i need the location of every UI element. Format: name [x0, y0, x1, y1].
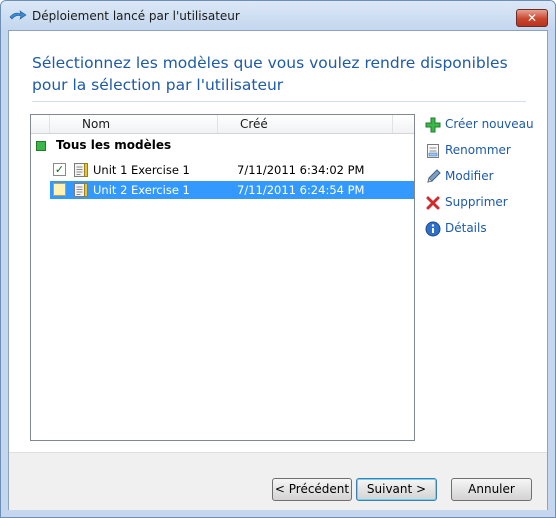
- template-document-icon: [74, 163, 88, 177]
- template-name: Unit 2 Exercise 1: [93, 183, 190, 197]
- info-icon: [425, 221, 441, 237]
- templates-list[interactable]: Nom Créé Tous les modèles ✓ Unit 1 Exerc…: [30, 114, 415, 441]
- row-checkbox[interactable]: [53, 183, 66, 196]
- column-header-name[interactable]: Nom: [50, 115, 218, 133]
- button-bar: < Précédent Suivant > Annuler: [9, 452, 547, 510]
- cancel-button[interactable]: Annuler: [451, 478, 532, 501]
- modify-label: Modifier: [445, 169, 494, 183]
- rename-icon: [427, 144, 439, 158]
- rename-label: Renommer: [445, 143, 511, 157]
- group-header[interactable]: Tous les modèles: [31, 137, 414, 155]
- delete-label: Supprimer: [445, 195, 508, 209]
- column-header-created[interactable]: Créé: [218, 115, 393, 133]
- rename-action[interactable]: Renommer: [424, 141, 544, 161]
- row-checkbox[interactable]: ✓: [53, 163, 66, 176]
- green-plus-icon: [425, 117, 441, 133]
- next-button[interactable]: Suivant >: [356, 478, 437, 501]
- list-item[interactable]: ✓ Unit 1 Exercise 1 7/11/2011 6:34:02 PM: [50, 161, 414, 179]
- template-document-icon: [74, 183, 88, 197]
- pencil-icon: [427, 169, 441, 183]
- template-created-date: 7/11/2011 6:24:54 PM: [237, 183, 365, 197]
- template-created-date: 7/11/2011 6:34:02 PM: [237, 163, 365, 177]
- create-new-label: Créer nouveau: [445, 117, 534, 131]
- list-header: Nom Créé: [31, 115, 414, 134]
- details-label: Détails: [445, 221, 487, 235]
- page-heading: Sélectionnez les modèles que vous voulez…: [32, 54, 508, 94]
- title-bar[interactable]: Déploiement lancé par l'utilisateur ✕: [1, 1, 555, 31]
- heading-divider: [32, 101, 526, 102]
- window-title: Déploiement lancé par l'utilisateur: [32, 9, 240, 23]
- close-button[interactable]: ✕: [516, 9, 548, 27]
- template-name: Unit 1 Exercise 1: [93, 163, 190, 177]
- wizard-content: Sélectionnez les modèles que vous voulez…: [8, 30, 548, 510]
- delete-action[interactable]: Supprimer: [424, 193, 544, 213]
- details-action[interactable]: Détails: [424, 219, 544, 239]
- group-label: Tous les modèles: [56, 138, 172, 152]
- red-x-icon: [426, 196, 440, 210]
- modify-action[interactable]: Modifier: [424, 167, 544, 187]
- list-item[interactable]: Unit 2 Exercise 1 7/11/2011 6:24:54 PM: [50, 181, 414, 199]
- wizard-arrow-icon: [9, 10, 27, 20]
- column-header-checkbox[interactable]: [31, 115, 50, 133]
- previous-button[interactable]: < Précédent: [272, 478, 352, 501]
- group-square-icon: [36, 141, 46, 151]
- wizard-window: Déploiement lancé par l'utilisateur ✕ Sé…: [0, 0, 556, 518]
- create-new-action[interactable]: Créer nouveau: [424, 115, 544, 135]
